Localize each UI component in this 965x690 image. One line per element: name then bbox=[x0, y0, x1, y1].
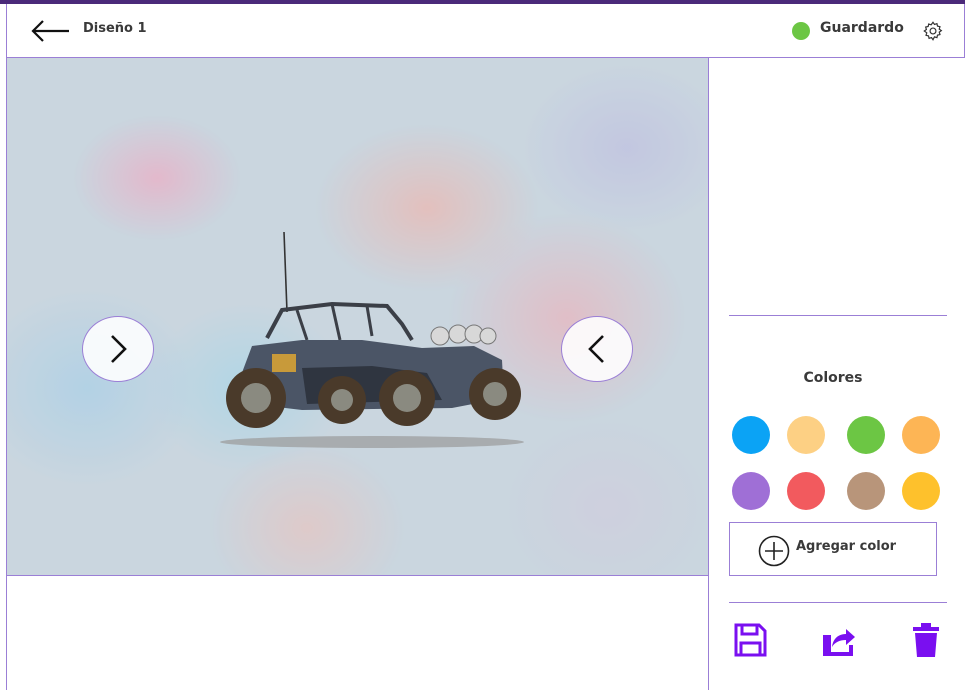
buggy-model-image[interactable] bbox=[212, 228, 532, 458]
colors-heading: Colores bbox=[803, 370, 863, 386]
chevron-left-icon[interactable] bbox=[561, 316, 633, 382]
design-canvas[interactable] bbox=[6, 58, 709, 575]
add-color-button[interactable]: Agregar color bbox=[729, 522, 937, 576]
color-swatch-tan[interactable] bbox=[847, 472, 885, 510]
gear-icon[interactable] bbox=[922, 20, 944, 42]
app-root: Diseño 1 Guardardo Colores Agregar color bbox=[0, 0, 965, 690]
color-swatch-red[interactable] bbox=[787, 472, 825, 510]
saved-status-label: Guardardo bbox=[820, 20, 904, 36]
side-panel: Colores Agregar color bbox=[708, 58, 965, 690]
plus-circle-icon bbox=[758, 535, 790, 567]
floppy-disk-icon[interactable] bbox=[731, 621, 769, 659]
color-swatch-blue[interactable] bbox=[732, 416, 770, 454]
divider bbox=[729, 602, 947, 603]
saved-status-dot bbox=[792, 22, 810, 40]
design-title: Diseño 1 bbox=[83, 21, 147, 36]
color-swatch-yellow[interactable] bbox=[902, 472, 940, 510]
color-swatch-green[interactable] bbox=[847, 416, 885, 454]
bottom-panel bbox=[6, 575, 709, 690]
chevron-right-icon[interactable] bbox=[82, 316, 154, 382]
top-bar: Diseño 1 Guardardo bbox=[6, 4, 965, 58]
share-icon[interactable] bbox=[819, 621, 857, 659]
color-swatch-light-orange[interactable] bbox=[787, 416, 825, 454]
back-arrow-icon[interactable] bbox=[29, 18, 71, 44]
divider bbox=[729, 315, 947, 316]
add-color-label: Agregar color bbox=[796, 539, 897, 554]
color-swatch-purple[interactable] bbox=[732, 472, 770, 510]
trash-icon[interactable] bbox=[907, 621, 945, 659]
color-swatch-orange[interactable] bbox=[902, 416, 940, 454]
